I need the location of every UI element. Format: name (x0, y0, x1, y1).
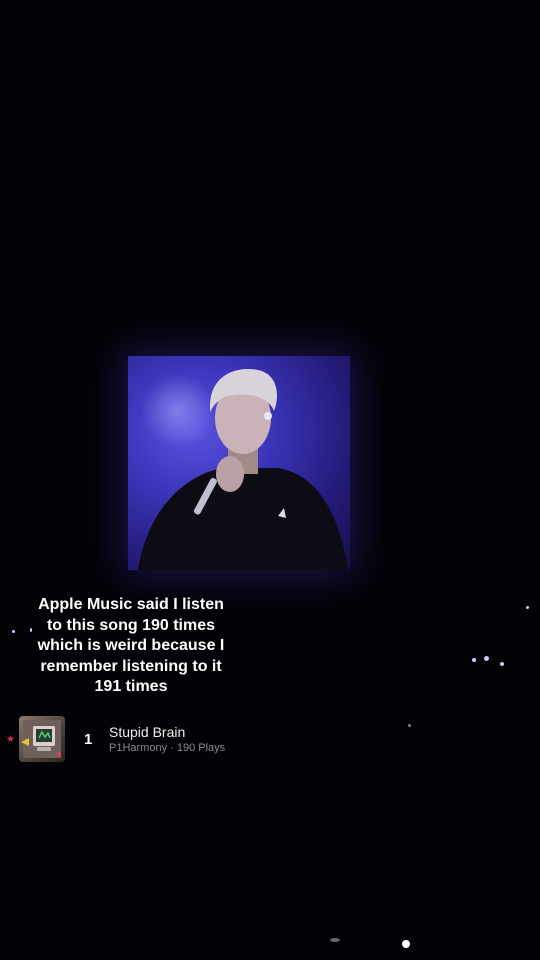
crowd-light (526, 606, 529, 609)
caption: Apple Music said I listen to this song 1… (20, 595, 242, 698)
track-rank: 1 (84, 731, 93, 748)
caption-line: 191 times (94, 678, 168, 695)
track-title: Stupid Brain (109, 724, 186, 740)
track-subtitle: P1Harmony · 190 Plays (109, 742, 226, 754)
caption-line: Apple Music said I listen (38, 596, 224, 613)
crowd-light (402, 940, 410, 948)
caption-line: remember listening to it (40, 657, 222, 675)
singer-figure (138, 369, 348, 570)
caption-line: to this song 190 times (46, 616, 216, 634)
concert-photo (0, 0, 540, 960)
stage-screen (128, 356, 350, 570)
crowd-light (408, 724, 411, 727)
album-art-icon (19, 716, 65, 762)
track-row[interactable]: ★ 1 Stupid Brain P1Harmony · 190 Plays (0, 712, 300, 766)
star-icon: ★ (6, 734, 15, 745)
crowd-light (500, 662, 504, 666)
crowd-light (12, 630, 15, 633)
caption-line: which is weird because I (37, 637, 225, 654)
crowd-light (330, 938, 340, 942)
crowd-light (484, 656, 489, 661)
crowd-light (472, 658, 476, 662)
